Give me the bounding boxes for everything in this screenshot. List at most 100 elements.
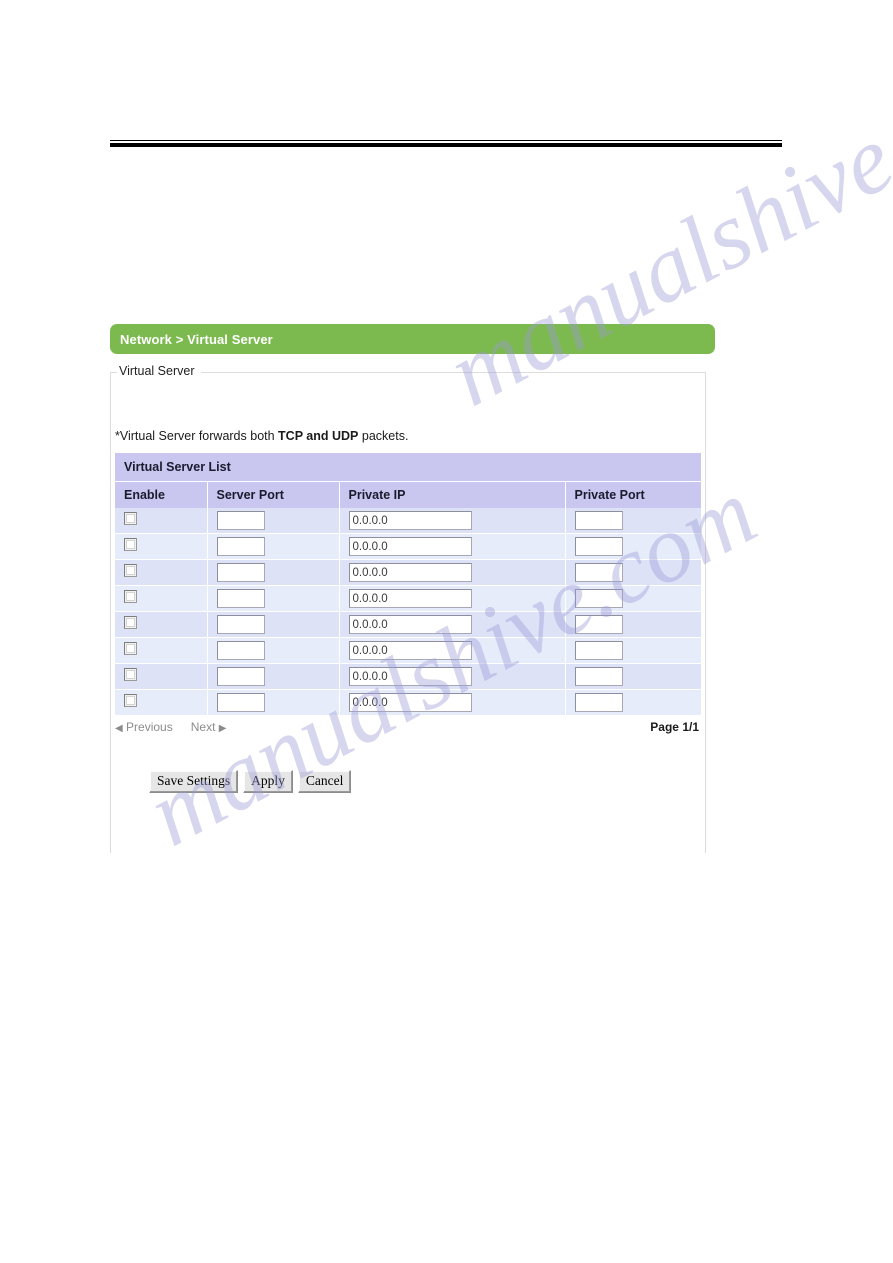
rule-thick-line [110, 143, 782, 147]
private-port-input[interactable] [574, 641, 623, 661]
enable-checkbox[interactable] [124, 589, 137, 603]
next-page-button[interactable]: Next ▶ [191, 720, 227, 734]
private-ip-input[interactable] [348, 563, 472, 583]
server-port-input[interactable] [216, 563, 265, 583]
private-port-input[interactable] [574, 511, 623, 531]
column-header-private-port: Private Port [565, 481, 702, 508]
enable-checkbox[interactable] [124, 693, 137, 707]
cell-private-port [565, 508, 702, 534]
cell-enable [115, 689, 208, 716]
cell-private-port [565, 637, 702, 664]
cell-server-port [207, 559, 340, 586]
page-title: Virtual Server [117, 364, 201, 378]
cell-private-ip [339, 611, 566, 638]
private-port-input[interactable] [574, 589, 623, 609]
private-port-input[interactable] [574, 615, 623, 635]
private-ip-input[interactable] [348, 667, 472, 687]
server-port-input[interactable] [216, 615, 265, 635]
cell-private-port [565, 585, 702, 612]
enable-checkbox[interactable] [124, 667, 137, 681]
router-ui-screenshot: Network > Virtual Server Virtual Server … [110, 324, 730, 853]
column-header-enable: Enable [115, 481, 208, 508]
cell-private-port [565, 611, 702, 638]
cell-enable [115, 585, 208, 612]
cell-enable [115, 559, 208, 586]
enable-checkbox[interactable] [124, 511, 137, 525]
private-ip-input[interactable] [348, 589, 472, 609]
cell-enable [115, 533, 208, 560]
cell-enable [115, 611, 208, 638]
cell-private-port [565, 689, 702, 716]
cell-server-port [207, 637, 340, 664]
table-row [115, 611, 702, 638]
cell-private-ip [339, 508, 566, 534]
table-row [115, 637, 702, 664]
breadcrumb-bar: Network > Virtual Server [110, 324, 715, 354]
private-ip-input[interactable] [348, 537, 472, 557]
private-ip-input[interactable] [348, 615, 472, 635]
virtual-server-fieldset: Virtual Server *Virtual Server forwards … [110, 364, 706, 853]
note-emphasis: TCP and UDP [278, 429, 359, 443]
note-prefix: *Virtual Server forwards both [115, 429, 279, 443]
cell-server-port [207, 585, 340, 612]
cancel-button[interactable]: Cancel [297, 770, 352, 793]
private-ip-input[interactable] [348, 511, 472, 531]
private-port-input[interactable] [574, 693, 623, 713]
pagination-bar: ◀ Previous Next ▶ Page 1/1 [115, 720, 701, 738]
server-port-input[interactable] [216, 667, 265, 687]
table-row [115, 533, 702, 560]
private-ip-input[interactable] [348, 693, 472, 713]
table-title-row: Virtual Server List [115, 453, 702, 482]
page-indicator: Page 1/1 [650, 720, 699, 734]
private-port-input[interactable] [574, 667, 623, 687]
next-arrow-icon: ▶ [218, 723, 227, 734]
previous-page-button[interactable]: ◀ Previous [115, 720, 173, 734]
server-port-input[interactable] [216, 693, 265, 713]
cell-private-ip [339, 533, 566, 560]
cell-server-port [207, 508, 340, 534]
cell-private-ip [339, 585, 566, 612]
next-page-label: Next [190, 720, 216, 734]
column-header-server-port: Server Port [207, 481, 340, 508]
cell-private-port [565, 533, 702, 560]
apply-button[interactable]: Apply [243, 770, 293, 793]
cell-private-port [565, 663, 702, 690]
cell-server-port [207, 533, 340, 560]
server-port-input[interactable] [216, 537, 265, 557]
cell-server-port [207, 611, 340, 638]
private-ip-input[interactable] [348, 641, 472, 661]
enable-checkbox[interactable] [124, 615, 137, 629]
cell-server-port [207, 689, 340, 716]
server-port-input[interactable] [216, 641, 265, 661]
note-text: *Virtual Server forwards both TCP and UD… [115, 429, 705, 443]
note-suffix: packets. [358, 429, 409, 443]
previous-arrow-icon: ◀ [115, 723, 123, 734]
save-settings-button[interactable]: Save Settings [149, 770, 239, 793]
cell-private-ip [339, 663, 566, 690]
cell-enable [115, 637, 208, 664]
cell-private-ip [339, 637, 566, 664]
column-header-private-ip: Private IP [339, 481, 566, 508]
table-title: Virtual Server List [115, 453, 702, 482]
cell-enable [115, 663, 208, 690]
cell-private-ip [339, 689, 566, 716]
enable-checkbox[interactable] [124, 641, 137, 655]
table-body [115, 508, 702, 716]
enable-checkbox[interactable] [124, 563, 137, 577]
table-row [115, 559, 702, 586]
server-port-input[interactable] [216, 511, 265, 531]
private-port-input[interactable] [574, 563, 623, 583]
table-header-row: Enable Server Port Private IP Private Po… [115, 481, 702, 508]
private-port-input[interactable] [574, 537, 623, 557]
cell-server-port [207, 663, 340, 690]
page-header-rule [110, 140, 782, 147]
server-port-input[interactable] [216, 589, 265, 609]
table-row [115, 689, 702, 716]
cell-private-port [565, 559, 702, 586]
cell-enable [115, 508, 208, 534]
table-row [115, 508, 702, 534]
enable-checkbox[interactable] [124, 537, 137, 551]
virtual-server-table: Virtual Server List Enable Server Port P… [115, 453, 702, 716]
action-button-row: Save Settings Apply Cancel [149, 770, 705, 793]
cell-private-ip [339, 559, 566, 586]
